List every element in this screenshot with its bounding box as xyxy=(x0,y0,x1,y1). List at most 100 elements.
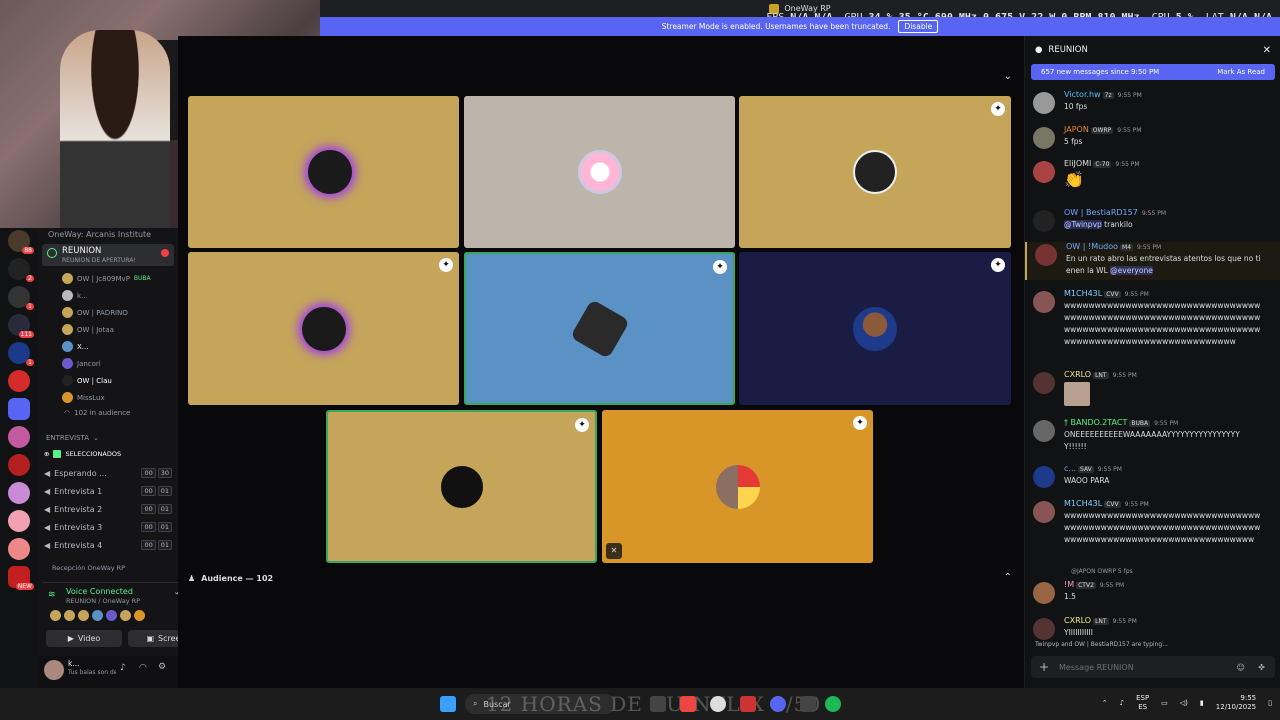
volume-icon[interactable]: ◁) xyxy=(1180,699,1188,707)
speaker-avatar xyxy=(853,150,897,194)
speaker-avatar xyxy=(308,150,352,194)
battery-icon[interactable]: ▮ xyxy=(1200,699,1204,707)
network-icon[interactable]: ▭ xyxy=(1161,699,1168,707)
windows-start-icon[interactable] xyxy=(440,696,456,712)
member-row[interactable]: OW | Jc809MvP BUBA xyxy=(62,273,151,284)
mic-icon[interactable]: ♪ xyxy=(120,663,126,673)
taskbar-app-icon[interactable] xyxy=(650,696,666,712)
server-icon[interactable]: 2 xyxy=(8,258,34,282)
disable-streamer-button[interactable]: Disable xyxy=(898,20,939,33)
speaker-avatar xyxy=(569,298,630,359)
video-button[interactable]: ▶ Video xyxy=(46,630,122,647)
chat-message: CXRLO LNT 9:55 PM xyxy=(1033,370,1273,410)
muted-mic-icon: ✕ xyxy=(606,543,622,559)
server-icon[interactable] xyxy=(8,510,30,532)
streamer-mode-text: Streamer Mode is enabled. Usernames have… xyxy=(661,22,891,31)
channel-entrevista-1[interactable]: ◀ Entrevista 1 00 01 xyxy=(44,486,172,496)
mark-as-read-button[interactable]: Mark As Read xyxy=(1217,68,1265,76)
category-recepcion[interactable]: Recepción OneWay RP xyxy=(52,564,125,572)
member-row[interactable]: X... xyxy=(62,341,88,352)
audience-icon: ♟ xyxy=(188,574,196,583)
taskbar-app-icon[interactable] xyxy=(800,696,816,712)
user-status: Tus balas son de... xyxy=(68,669,116,676)
clock[interactable]: 9:55 12/10/2025 xyxy=(1216,694,1256,712)
member-row[interactable]: k... xyxy=(62,290,88,301)
camera-icon: ▶ xyxy=(67,634,74,643)
chat-message: CXRLO LNT 9:55 PM YIIIIIIIIIII xyxy=(1033,616,1273,640)
moderator-icon: ✦ xyxy=(713,260,727,274)
gamepad-icon[interactable]: ✜ xyxy=(1258,663,1265,672)
language-indicator[interactable]: ESP ES xyxy=(1136,694,1149,712)
taskbar-app-icon[interactable] xyxy=(710,696,726,712)
audience-header[interactable]: ♟ Audience — 102 xyxy=(188,574,273,583)
member-row[interactable]: MissLux xyxy=(62,392,105,403)
speaker-tile[interactable]: ✦ xyxy=(464,252,735,405)
add-icon[interactable]: + xyxy=(1039,660,1049,674)
category-entrevista[interactable]: ENTREVISTA ⌄ xyxy=(46,434,99,442)
speaker-tile[interactable]: ✦ xyxy=(188,252,459,405)
server-icon[interactable]: 111 xyxy=(8,314,34,338)
server-icon[interactable] xyxy=(8,370,30,392)
chevron-down-icon[interactable]: ⌄ xyxy=(1004,71,1012,82)
discord-icon[interactable] xyxy=(770,696,786,712)
taskbar-app-icon[interactable] xyxy=(680,696,696,712)
channel-esperando[interactable]: ◀ Esperando ... 00 30 xyxy=(44,468,172,478)
chat-panel: ● REUNION ✕ 657 new messages since 9:50 … xyxy=(1024,36,1280,688)
search-icon: ⌕ xyxy=(473,699,478,708)
member-row[interactable]: Jancori xyxy=(62,358,101,369)
emoji-icon[interactable]: ☺ xyxy=(1237,663,1245,672)
speaker-tile[interactable] xyxy=(188,96,459,248)
voice-participants xyxy=(50,610,145,621)
moderator-icon: ✦ xyxy=(991,102,1005,116)
gear-icon[interactable]: ⚙ xyxy=(158,662,166,672)
server-icon[interactable] xyxy=(8,454,30,476)
notification-icon[interactable]: ▯ xyxy=(1268,699,1272,707)
close-icon[interactable]: ✕ xyxy=(1263,45,1271,56)
speaker-avatar xyxy=(715,464,760,509)
server-icon[interactable] xyxy=(8,538,30,560)
chevron-up-icon[interactable]: ⌃ xyxy=(1102,699,1108,707)
server-icon[interactable]: NEW xyxy=(8,566,34,590)
server-icon[interactable]: 1 xyxy=(8,286,34,310)
speaker-tile[interactable]: ✦ xyxy=(739,252,1011,405)
channel-entrevista-2[interactable]: ◀ Entrevista 2 00 01 xyxy=(44,504,172,514)
speaker-tile[interactable]: ✦ ✕ xyxy=(602,410,873,563)
mic-icon[interactable]: ♪ xyxy=(1120,699,1124,707)
channel-name: REUNION xyxy=(62,246,102,256)
member-row[interactable]: OW | Jotaa xyxy=(62,324,114,335)
live-icon xyxy=(161,249,169,257)
headphones-icon: ◠ xyxy=(64,409,71,417)
active-voice-channel[interactable]: REUNION REUNION DE APERTURA! xyxy=(42,244,174,266)
server-icon[interactable]: 1 xyxy=(8,342,34,366)
server-icon[interactable] xyxy=(8,482,30,504)
channel-entrevista-3[interactable]: ◀ Entrevista 3 00 01 xyxy=(44,522,172,532)
moderator-icon: ✦ xyxy=(575,418,589,432)
voice-status[interactable]: Voice Connected xyxy=(66,587,133,596)
typing-indicator: Twinpvp and OW | BestiaRD157 are typing.… xyxy=(1035,641,1168,648)
server-icon[interactable] xyxy=(8,426,30,448)
streamer-mode-banner: Streamer Mode is enabled. Usernames have… xyxy=(320,17,1280,36)
speaker-tile[interactable]: ✦ xyxy=(739,96,1011,248)
member-row[interactable]: OW | PADRINO xyxy=(62,307,128,318)
avatar[interactable] xyxy=(44,660,64,680)
server-rail: 88 2 1 111 1 NEW xyxy=(0,228,38,688)
speaker-tile[interactable] xyxy=(464,96,735,248)
server-icon[interactable]: 88 xyxy=(8,230,34,254)
channel-seleccionados[interactable]: ⊕ SELECCIONADOS xyxy=(44,450,172,458)
spotify-icon[interactable] xyxy=(825,696,841,712)
speaker-avatar xyxy=(577,150,622,194)
member-row[interactable]: OW | Clau xyxy=(62,375,112,386)
speaker-icon: ◀ xyxy=(44,522,51,532)
channel-entrevista-4[interactable]: ◀ Entrevista 4 00 01 xyxy=(44,540,172,550)
chevron-up-icon[interactable]: ⌃ xyxy=(1004,572,1012,583)
reply-preview[interactable]: @JAPON OWRP 5 fps xyxy=(1071,568,1133,575)
taskbar-app-icon[interactable] xyxy=(740,696,756,712)
server-name[interactable]: OneWay: Arcanis Institute xyxy=(48,230,151,239)
new-messages-bar[interactable]: 657 new messages since 9:50 PM Mark As R… xyxy=(1031,64,1275,80)
username: k... xyxy=(68,659,80,668)
headphones-icon[interactable]: ◠ xyxy=(139,663,147,673)
speaker-tile[interactable]: ✦ xyxy=(326,410,597,563)
message-input[interactable]: + Message REUNION ☺ ✜ xyxy=(1031,656,1275,678)
server-icon[interactable] xyxy=(8,398,30,420)
chat-message: † BANDO.2TACT BUBA 9:55 PM ONEEEEEEEEEEWAA… xyxy=(1033,418,1273,458)
